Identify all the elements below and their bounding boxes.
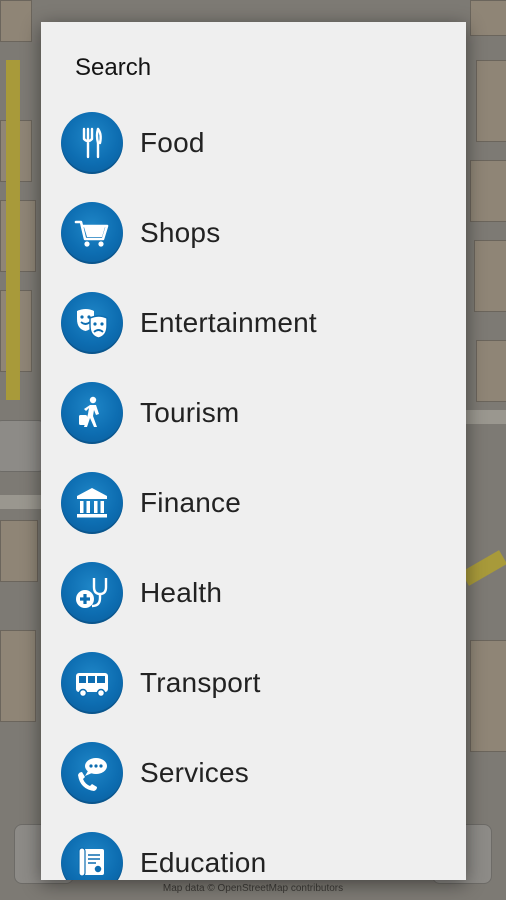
shopping-cart-icon — [61, 202, 123, 264]
map-road — [6, 60, 20, 400]
map-block — [476, 340, 506, 402]
category-label: Food — [140, 127, 205, 158]
bank-icon — [61, 472, 123, 534]
category-item-tourism[interactable]: Tourism — [41, 368, 466, 458]
map-block — [476, 60, 506, 142]
map-block — [474, 240, 506, 312]
map-block — [0, 630, 36, 722]
map-block — [470, 160, 506, 222]
map-road — [466, 410, 506, 424]
category-label: Services — [140, 757, 249, 788]
diploma-icon — [61, 832, 123, 880]
category-label: Transport — [140, 667, 261, 698]
stethoscope-icon — [61, 562, 123, 624]
category-label: Entertainment — [140, 307, 317, 338]
map-block — [0, 0, 32, 42]
category-item-health[interactable]: Health — [41, 548, 466, 638]
category-item-services[interactable]: Services — [41, 728, 466, 818]
dialog-title: Search — [75, 54, 152, 81]
map-road — [0, 495, 41, 509]
category-label: Education — [140, 847, 267, 878]
map-block — [0, 520, 38, 582]
category-item-education[interactable]: Education — [41, 818, 466, 880]
map-road — [460, 550, 506, 586]
map-block — [470, 0, 506, 36]
theater-masks-icon — [61, 292, 123, 354]
phone-chat-icon — [61, 742, 123, 804]
map-layers-button[interactable] — [0, 420, 46, 472]
category-label: Finance — [140, 487, 242, 518]
bus-icon — [61, 652, 123, 714]
category-item-shops[interactable]: Shops — [41, 188, 466, 278]
category-label: Shops — [140, 217, 221, 248]
search-category-dialog: Search Food Shops Entertainment Tourism … — [41, 22, 466, 880]
map-attribution: Map data © OpenStreetMap contributors — [162, 883, 344, 894]
category-label: Health — [140, 577, 223, 608]
category-item-food[interactable]: Food — [41, 98, 466, 188]
category-label: Tourism — [140, 397, 240, 428]
category-list: Food Shops Entertainment Tourism Finance… — [41, 98, 466, 880]
traveler-luggage-icon — [61, 382, 123, 444]
fork-knife-icon — [61, 112, 123, 174]
category-item-entertainment[interactable]: Entertainment — [41, 278, 466, 368]
category-item-transport[interactable]: Transport — [41, 638, 466, 728]
category-item-finance[interactable]: Finance — [41, 458, 466, 548]
map-block — [470, 640, 506, 752]
